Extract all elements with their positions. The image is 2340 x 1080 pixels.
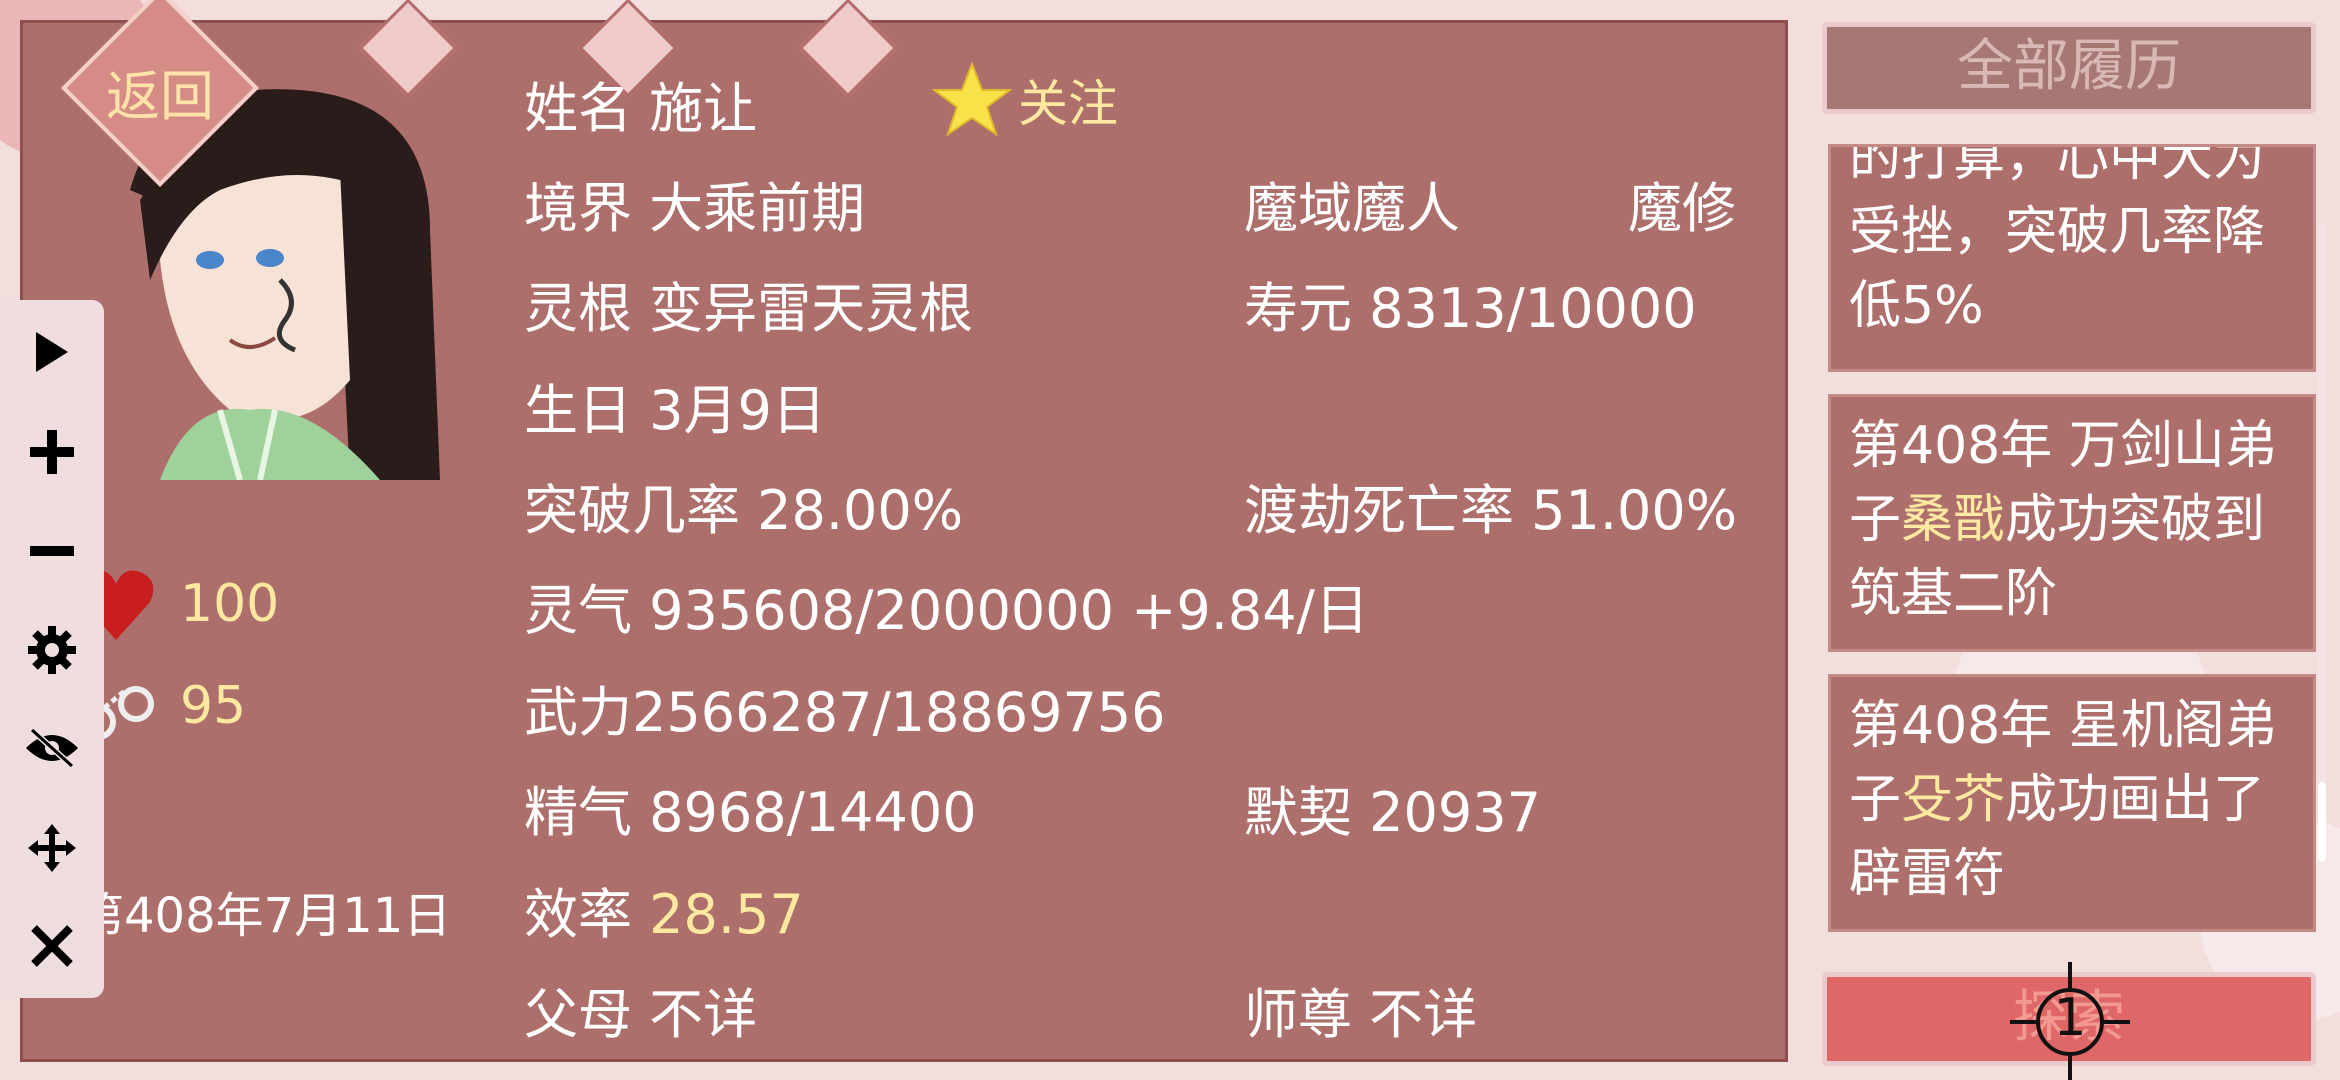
breakthrough-label: 突破几率 xyxy=(524,479,740,542)
event-text: 的打算，心中大为受挫，突破几率降低5% xyxy=(1849,144,2266,336)
name-value: 施让 xyxy=(649,77,758,140)
restraint-value: 95 xyxy=(180,676,247,736)
realm-label: 境界 xyxy=(524,177,632,240)
play-icon[interactable] xyxy=(22,322,82,382)
master-label: 师尊 xyxy=(1244,983,1352,1046)
spiritual-qi-label: 灵气 xyxy=(524,579,632,642)
spirit-root-label: 灵根 xyxy=(524,277,632,340)
event-person-name: 殳芥 xyxy=(1901,770,2006,830)
star-icon xyxy=(932,62,1012,137)
spiritual-qi-value: 935608/2000000 +9.84/日 xyxy=(649,579,1369,642)
lifespan-label: 寿元 xyxy=(1244,277,1352,340)
spirit-root-value: 变异雷天灵根 xyxy=(649,277,974,340)
history-event-card: 的打算，心中大为受挫，突破几率降低5% xyxy=(1828,144,2316,372)
health-value: 100 xyxy=(180,574,280,634)
essence-value: 8968/14400 xyxy=(649,781,977,844)
parents-value: 不详 xyxy=(649,983,758,1046)
efficiency-value: 28.57 xyxy=(649,883,804,946)
combat-power-row: 武力2566287/18869756 xyxy=(524,668,1166,747)
efficiency-row: 效率 28.57 xyxy=(524,870,804,949)
lifespan-row: 寿元 8313/10000 xyxy=(1244,264,1697,343)
breakthrough-row: 突破几率 28.00% xyxy=(524,466,963,545)
history-scrollbar[interactable] xyxy=(2318,224,2326,864)
plus-icon[interactable] xyxy=(22,422,82,482)
birthday-value: 3月9日 xyxy=(649,379,826,442)
realm-value: 大乘前期 xyxy=(649,177,866,240)
breakthrough-value: 28.00% xyxy=(757,479,964,542)
combat-power-label: 武力 xyxy=(524,681,632,744)
efficiency-label: 效率 xyxy=(524,883,632,946)
realm-row: 境界 大乘前期 xyxy=(524,164,865,243)
spiritual-qi-row: 灵气 935608/2000000 +9.84/日 xyxy=(524,566,1369,645)
history-event-card: 第408年 星机阁弟子殳芥成功画出了辟雷符 xyxy=(1828,674,2316,932)
back-button-label[interactable]: 返回 xyxy=(90,52,230,131)
combat-power-value: 2566287/18869756 xyxy=(632,681,1166,744)
essence-row: 精气 8968/14400 xyxy=(524,768,977,847)
master-value: 不详 xyxy=(1369,983,1478,1046)
birthday-row: 生日 3月9日 xyxy=(524,366,826,445)
cultivation-path-value: 魔修 xyxy=(1628,177,1736,240)
bond-row: 默契 20937 xyxy=(1244,768,1541,847)
close-icon[interactable] xyxy=(22,916,82,976)
essence-label: 精气 xyxy=(524,781,632,844)
event-person-name: 桑戬 xyxy=(1901,490,2006,550)
name-label: 姓名 xyxy=(524,77,632,140)
side-toolbar xyxy=(0,300,104,998)
tribulation-row: 渡劫死亡率 51.00% xyxy=(1244,466,1737,545)
minus-icon[interactable] xyxy=(22,522,82,582)
tribulation-value: 51.00% xyxy=(1531,479,1738,542)
parents-label: 父母 xyxy=(524,983,632,1046)
history-event-card: 第408年 万剑山弟子桑戬成功突破到筑基二阶 xyxy=(1828,394,2316,652)
panel-decoration xyxy=(798,0,898,98)
birthday-label: 生日 xyxy=(524,379,632,442)
eye-off-icon[interactable] xyxy=(22,718,82,778)
bond-value: 20937 xyxy=(1369,781,1541,844)
lifespan-value: 8313/10000 xyxy=(1369,277,1697,340)
follow-label[interactable]: 关注 xyxy=(1018,64,1118,136)
move-icon[interactable] xyxy=(22,818,82,878)
master-row: 师尊 不详 xyxy=(1244,970,1477,1049)
bond-label: 默契 xyxy=(1244,781,1352,844)
full-history-button[interactable]: 全部履历 xyxy=(1822,22,2316,114)
tribulation-label: 渡劫死亡率 xyxy=(1244,479,1514,542)
history-scrollbar-thumb[interactable] xyxy=(2318,782,2326,862)
spirit-root-row: 灵根 变异雷天灵根 xyxy=(524,264,973,343)
race-value: 魔域魔人 xyxy=(1244,177,1460,240)
follow-button[interactable]: 关注 xyxy=(932,62,1118,138)
parents-row: 父母 不详 xyxy=(524,970,757,1049)
gear-icon[interactable] xyxy=(22,620,82,680)
crosshair-number: 1 xyxy=(2053,988,2087,1048)
game-date: 第408年7月11日 xyxy=(76,888,452,944)
name-row: 姓名 施让 xyxy=(524,64,757,143)
